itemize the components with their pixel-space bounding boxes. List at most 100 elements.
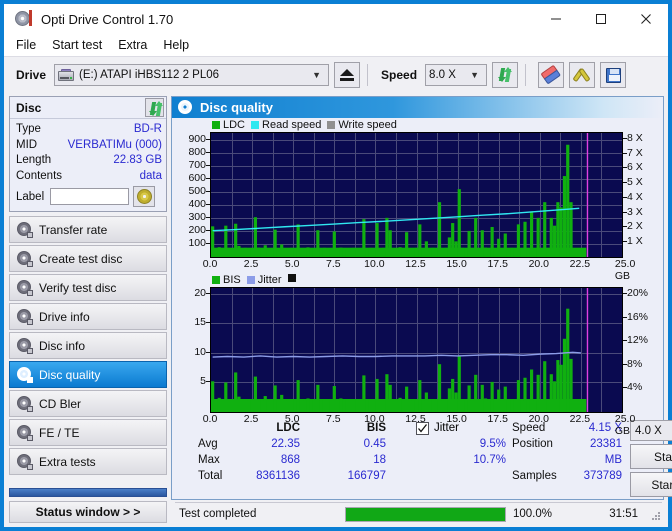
data-bar xyxy=(349,248,353,257)
refresh-icon xyxy=(148,101,163,116)
data-bar xyxy=(306,398,310,412)
x-tick-label: 7.5 xyxy=(325,413,341,425)
data-bar xyxy=(342,249,346,257)
legend-item-bis: BIS xyxy=(212,274,241,286)
y2-tick-mark xyxy=(623,363,627,365)
save-button[interactable] xyxy=(600,62,627,88)
y2-tick-mark xyxy=(623,292,627,294)
start-part-button[interactable]: Start part xyxy=(630,472,672,497)
data-bar xyxy=(566,308,570,412)
y2-tick-label: 12% xyxy=(627,334,649,347)
data-bar xyxy=(306,247,310,257)
data-bar xyxy=(460,247,465,257)
maximize-button[interactable] xyxy=(578,4,623,34)
data-bar xyxy=(506,248,511,257)
sidebar-item-create-test-disc[interactable]: Create test disc xyxy=(9,245,167,272)
disc-test-icon xyxy=(17,425,33,441)
sidebar-item-drive-info[interactable]: Drive info xyxy=(9,303,167,330)
body: Disc Type BD-R MID VERBATIMu (000) Lengt… xyxy=(4,93,672,527)
status-window-button[interactable]: Status window > > xyxy=(9,501,167,523)
data-bar xyxy=(270,248,274,257)
app-icon xyxy=(15,10,33,28)
sidebar-item-disc-info[interactable]: Disc info xyxy=(9,332,167,359)
data-bar xyxy=(365,400,369,412)
sidebar-item-verify-test-disc[interactable]: Verify test disc xyxy=(9,274,167,301)
series-layer xyxy=(211,288,589,412)
data-bar xyxy=(559,207,563,257)
start-full-button[interactable]: Start full xyxy=(630,444,672,469)
disc-refresh-button[interactable] xyxy=(145,98,164,117)
sidebar-item-label: Drive info xyxy=(39,309,90,324)
data-bar xyxy=(513,248,517,257)
run-stats-key: Position xyxy=(512,438,553,450)
data-bar xyxy=(273,229,277,257)
data-bar xyxy=(569,358,573,412)
data-bar xyxy=(214,249,218,257)
disc-row-key: MID xyxy=(16,138,38,151)
menu-extra[interactable]: Extra xyxy=(115,36,156,54)
data-bar xyxy=(289,399,294,412)
data-bar xyxy=(276,399,280,412)
close-button[interactable] xyxy=(623,4,668,34)
sidebar-item-label: Transfer rate xyxy=(39,222,108,237)
data-bar xyxy=(230,400,234,412)
data-bar xyxy=(240,248,244,257)
disc-test-icon xyxy=(17,309,33,325)
menu-start-test[interactable]: Start test xyxy=(49,36,111,54)
legend-swatch xyxy=(212,121,220,129)
disc-label-input[interactable] xyxy=(50,188,130,205)
legend-label: Read speed xyxy=(262,119,322,131)
data-bar xyxy=(382,247,386,257)
speed-select[interactable]: 8.0 X ▼ xyxy=(425,64,488,86)
data-bar xyxy=(431,399,435,412)
disc-row-length: Length 22.83 GB xyxy=(16,153,162,169)
menu-help[interactable]: Help xyxy=(160,36,198,54)
data-bar xyxy=(260,400,264,412)
data-bar xyxy=(493,400,497,412)
drive-select[interactable]: (E:) ATAPI iHBS112 2 PL06 ▼ xyxy=(54,64,330,86)
sidebar-item-transfer-rate[interactable]: Transfer rate xyxy=(9,216,167,243)
x-tick-label: 0.0 xyxy=(202,413,218,425)
sidebar-item-cd-bler[interactable]: CD Bler xyxy=(9,390,167,417)
drive-icon xyxy=(58,68,75,82)
disc-label-button[interactable] xyxy=(133,186,156,207)
minimize-button[interactable] xyxy=(533,4,578,34)
stats-area: LDC BIS Avg 22.35 0.45 Max 868 18 Total … xyxy=(172,416,672,499)
sidebar-item-extra-tests[interactable]: Extra tests xyxy=(9,448,167,475)
x-tick-label: 17.5 xyxy=(487,413,508,425)
legend-label: BIS xyxy=(223,274,241,286)
data-bar xyxy=(408,399,412,412)
charts-area: LDC Read speed Write speed 100 200 300 4… xyxy=(172,118,663,437)
progress-percent: 100.0% xyxy=(513,508,553,520)
refresh-icon xyxy=(497,67,513,83)
data-bar xyxy=(372,249,376,257)
refresh-button[interactable] xyxy=(492,62,519,88)
data-bar xyxy=(428,400,432,412)
data-bar xyxy=(322,399,327,412)
stats-row-label: Total xyxy=(198,470,223,482)
data-bar xyxy=(355,400,359,412)
tools-button[interactable] xyxy=(569,62,596,88)
y-tick-label: 800 xyxy=(188,145,206,158)
data-bar xyxy=(391,399,396,412)
disc-test-icon xyxy=(17,454,33,470)
data-bar xyxy=(388,384,392,412)
menu-file[interactable]: File xyxy=(13,36,45,54)
data-bar xyxy=(434,400,438,412)
jitter-stats: Jitter 9.5% 10.7% xyxy=(416,420,512,497)
data-bar xyxy=(276,248,280,257)
resize-grip[interactable] xyxy=(648,508,660,520)
sidebar-item-fe-te[interactable]: FE / TE xyxy=(9,419,167,446)
erase-button[interactable] xyxy=(538,62,565,88)
data-bar xyxy=(253,217,257,257)
disc-row-type: Type BD-R xyxy=(16,122,162,138)
disc-test-icon xyxy=(17,222,33,238)
data-bar xyxy=(240,400,244,412)
data-bar xyxy=(421,400,425,412)
eject-button[interactable] xyxy=(334,62,361,88)
data-bar xyxy=(523,221,527,257)
sidebar-item-disc-quality[interactable]: Disc quality xyxy=(9,361,167,388)
data-bar xyxy=(474,374,478,412)
data-bar xyxy=(250,399,254,412)
